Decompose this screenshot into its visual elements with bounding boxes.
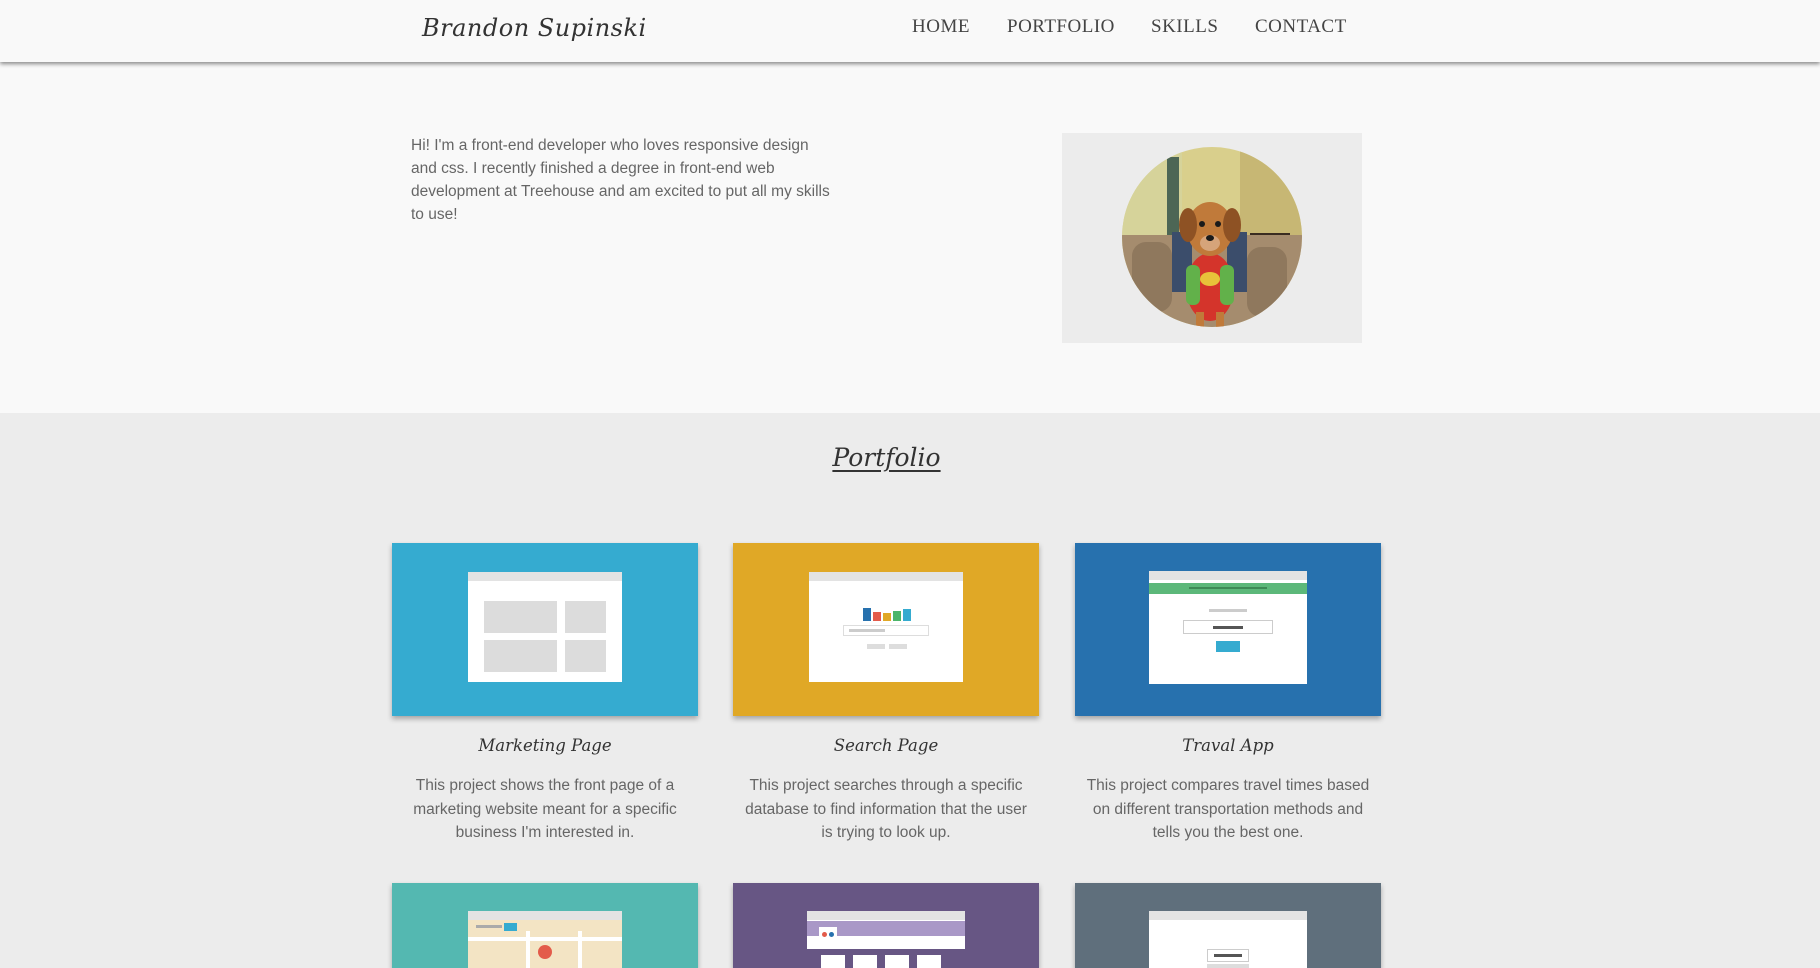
project-description: This project shows the front page of a m… [413, 777, 677, 841]
project-title: Marketing Page [478, 736, 612, 755]
project-description: This project searches through a specific… [745, 777, 1027, 841]
brand-logo[interactable]: Brandon Supinski [422, 14, 647, 42]
portfolio-heading: Portfolio [832, 443, 941, 472]
browser-mockup [1149, 571, 1307, 684]
project-title: Traval App [1182, 736, 1274, 755]
travel-app-thumbnail[interactable] [1075, 543, 1381, 716]
marketing-page-thumbnail[interactable] [392, 543, 698, 716]
nav-skills-link[interactable]: SKILLS [1151, 16, 1218, 38]
profile-photo [1122, 147, 1302, 327]
browser-mockup [1149, 911, 1307, 968]
form-project-thumbnail[interactable] [1075, 883, 1381, 968]
nav-portfolio-link[interactable]: PORTFOLIO [1007, 16, 1115, 38]
profile-photo-frame [1062, 133, 1362, 343]
nav-contact-link[interactable]: CONTACT [1255, 16, 1347, 38]
browser-mockup [468, 911, 622, 968]
browser-mockup [809, 572, 963, 682]
gallery-project-thumbnail[interactable] [733, 883, 1039, 968]
nav-home-link[interactable]: HOME [912, 16, 970, 38]
hero-section: Hi! I'm a front-end developer who loves … [0, 62, 1820, 413]
intro-text: Hi! I'm a front-end developer who loves … [411, 137, 830, 223]
browser-mockup [468, 572, 622, 682]
project-description: This project compares travel times based… [1086, 777, 1370, 841]
project-title: Search Page [833, 736, 939, 755]
map-project-thumbnail[interactable] [392, 883, 698, 968]
site-header: Brandon Supinski HOME PORTFOLIO SKILLS C… [0, 0, 1820, 62]
search-page-thumbnail[interactable] [733, 543, 1039, 716]
browser-mockup [807, 911, 965, 968]
